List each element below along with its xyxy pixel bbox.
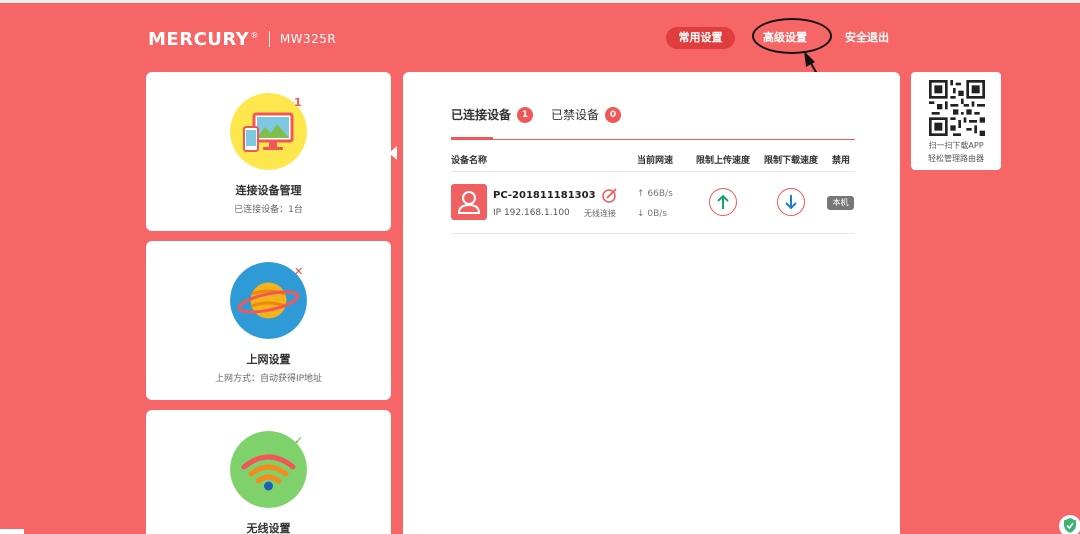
brand: MERCURY® MW325R xyxy=(148,28,336,50)
local-device-badge: 本机 xyxy=(827,196,854,210)
tab-count: 0 xyxy=(605,106,622,123)
device-ip: IP 192.168.1.100 xyxy=(493,208,570,218)
card-internet-settings[interactable]: ✕ 上网设置 上网方式：自动获得IP地址 xyxy=(146,241,391,400)
limit-upload-button[interactable] xyxy=(709,188,737,216)
nav-common-settings[interactable]: 常用设置 xyxy=(666,27,735,49)
tab-blocked-devices[interactable]: 已禁设备 0 xyxy=(551,106,622,123)
active-tab-underline xyxy=(451,137,493,140)
download-speed-value: 0B/s xyxy=(647,209,668,219)
qr-caption-line2: 轻松管理路由器 xyxy=(928,154,984,163)
arrow-down-icon: ↓ xyxy=(637,209,648,219)
active-card-pointer xyxy=(389,146,397,160)
download-arrow-icon xyxy=(785,195,797,210)
upload-speed-value: 66B/s xyxy=(647,189,673,199)
column-header: 设备名称 xyxy=(451,156,488,166)
upload-speed: ↑ 66B/s xyxy=(637,189,673,199)
card-wireless-settings[interactable]: ✓ 无线设置 xyxy=(146,410,391,534)
column-header: 禁用 xyxy=(832,156,851,166)
qr-caption-line1: 扫一扫下载APP xyxy=(928,141,984,150)
card-badge: ✕ xyxy=(294,265,304,278)
corner-element xyxy=(0,529,24,534)
brand-divider xyxy=(268,31,270,47)
device-avatar xyxy=(451,184,487,220)
brand-logo: MERCURY® xyxy=(148,28,259,50)
arrow-up-icon: ↑ xyxy=(637,189,648,199)
card-title: 连接设备管理 xyxy=(235,184,302,197)
upload-arrow-icon xyxy=(717,194,729,209)
tab-label: 已连接设备 xyxy=(451,108,512,122)
card-title: 上网设置 xyxy=(246,353,291,366)
column-header: 限制上传速度 xyxy=(696,156,751,166)
tab-connected-devices[interactable]: 已连接设备 1 xyxy=(451,106,534,123)
connection-type: 无线连接 xyxy=(584,209,616,218)
annotation-ellipse xyxy=(752,18,832,54)
card-badge: 1 xyxy=(294,96,302,109)
limit-download-button[interactable] xyxy=(777,188,805,216)
download-speed: ↓ 0B/s xyxy=(637,209,667,219)
header-divider xyxy=(451,171,855,172)
qr-code-icon xyxy=(929,80,985,136)
card-badge: ✓ xyxy=(294,434,304,447)
shield-check-icon[interactable] xyxy=(1058,514,1080,534)
card-subtitle: 已连接设备：1台 xyxy=(234,205,303,215)
tab-divider xyxy=(451,139,855,140)
top-border xyxy=(0,0,1080,3)
user-icon xyxy=(457,191,481,214)
device-name: PC-201811181303 xyxy=(493,190,596,201)
router-model: MW325R xyxy=(279,32,337,46)
card-title: 无线设置 xyxy=(246,522,291,534)
tab-count: 1 xyxy=(517,106,534,123)
tab-label: 已禁设备 xyxy=(551,108,600,122)
nav-logout[interactable]: 安全退出 xyxy=(845,27,889,49)
app-qr-card: 扫一扫下载APP 轻松管理路由器 xyxy=(911,72,1001,170)
row-divider xyxy=(451,233,855,234)
edit-icon[interactable] xyxy=(602,187,618,203)
column-header: 限制下载速度 xyxy=(764,156,819,166)
column-header: 当前网速 xyxy=(637,156,674,166)
card-subtitle: 上网方式：自动获得IP地址 xyxy=(214,374,323,384)
card-device-management[interactable]: 1 连接设备管理 已连接设备：1台 xyxy=(146,72,391,231)
device-panel: 已连接设备 1 已禁设备 0 设备名称 当前网速 限制上传速度 限制下载速度 禁… xyxy=(403,72,900,534)
